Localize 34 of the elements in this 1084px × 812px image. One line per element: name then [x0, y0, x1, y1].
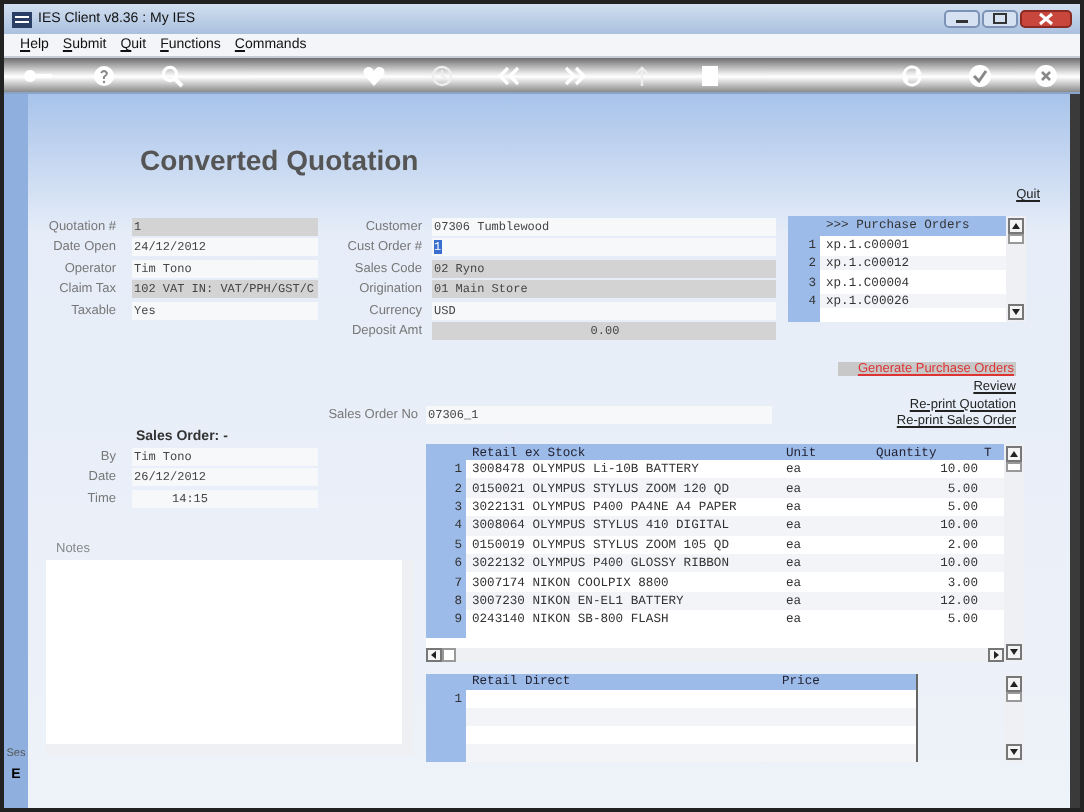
scrollbar[interactable]	[1004, 444, 1024, 662]
close-icon[interactable]	[1034, 63, 1059, 87]
help-icon[interactable]	[92, 63, 117, 87]
row-header	[426, 629, 466, 638]
double-right-arrow-icon[interactable]	[563, 63, 588, 87]
scrollbar[interactable]	[1070, 94, 1080, 808]
app-icon	[12, 11, 32, 27]
double-left-arrow-icon[interactable]	[496, 63, 521, 87]
clock-icon[interactable]	[429, 63, 454, 87]
row-header	[788, 311, 820, 322]
scroll-thumb[interactable]	[442, 648, 456, 662]
scroll-thumb[interactable]	[1006, 462, 1022, 472]
scroll-up-icon[interactable]	[1008, 218, 1024, 234]
search-icon[interactable]	[160, 63, 185, 87]
heart-icon[interactable]	[361, 63, 386, 87]
scroll-up-icon[interactable]	[1006, 676, 1022, 692]
square-icon[interactable]	[698, 63, 723, 87]
scroll-down-icon[interactable]	[1006, 644, 1022, 660]
close-button[interactable]	[1020, 10, 1072, 28]
page-title: Converted Quotation	[140, 144, 421, 176]
minimize-button[interactable]	[944, 10, 980, 28]
scroll-thumb[interactable]	[1008, 234, 1024, 244]
maximize-button[interactable]	[982, 10, 1018, 28]
check-icon[interactable]	[967, 63, 992, 87]
scrollbar[interactable]	[1004, 674, 1024, 762]
scroll-down-icon[interactable]	[1006, 744, 1022, 760]
scroll-right-icon[interactable]	[988, 648, 1004, 662]
refresh-icon[interactable]	[899, 63, 924, 87]
scroll-left-icon[interactable]	[426, 648, 442, 662]
scroll-up-icon[interactable]	[1006, 446, 1022, 462]
scroll-thumb[interactable]	[1006, 692, 1022, 702]
scroll-down-icon[interactable]	[1008, 304, 1024, 320]
scrollbar[interactable]	[1006, 216, 1026, 322]
scrollbar[interactable]	[426, 648, 1004, 662]
